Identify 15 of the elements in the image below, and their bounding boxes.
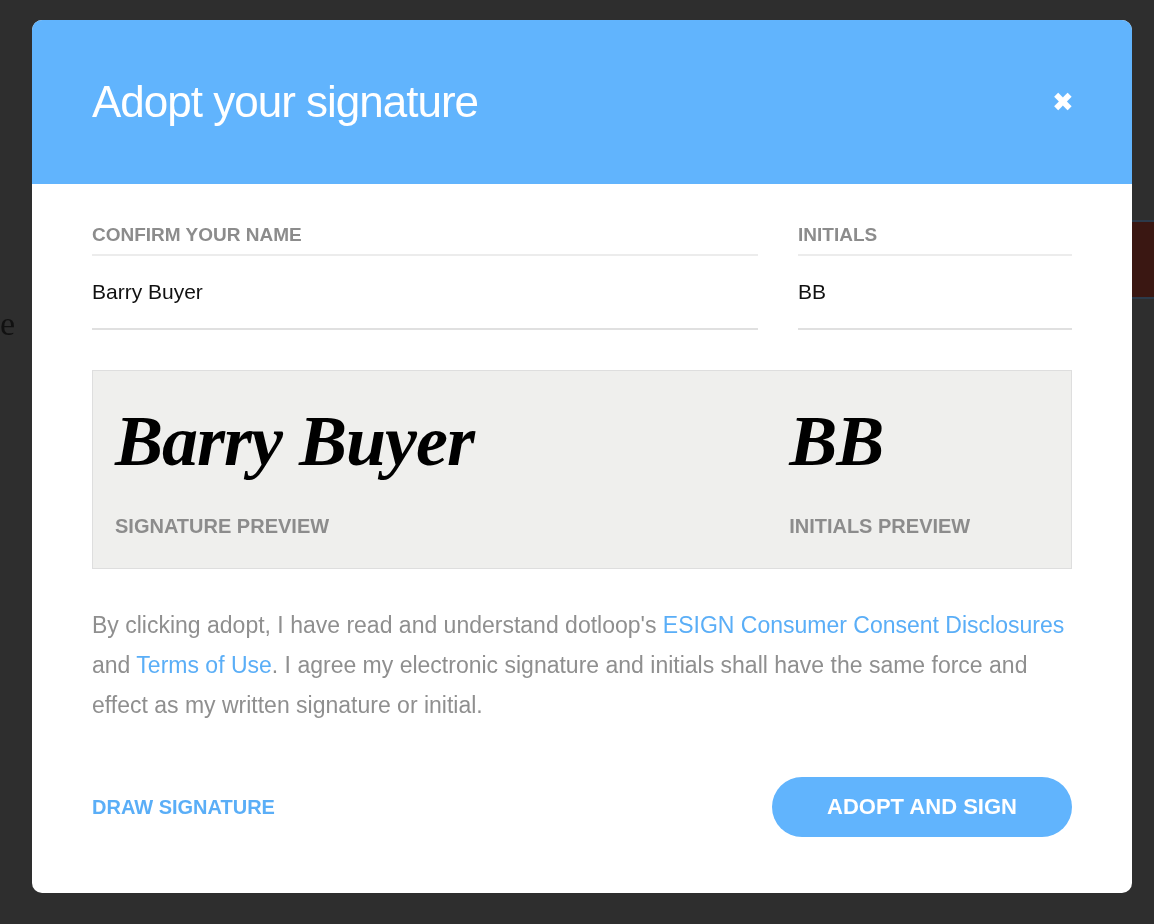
close-button[interactable]: ✖ [1052, 86, 1074, 118]
preview-label: SIGNATURE PREVIEW [115, 515, 331, 538]
draw-signature-link[interactable]: DRAW SIGNATURE [92, 795, 275, 819]
consent-link[interactable]: Terms of Use [136, 652, 272, 678]
text-field[interactable]: Barry Buyer [92, 256, 758, 330]
signature-text: Barry Buyer [115, 400, 477, 483]
field-label: INITIALS [798, 224, 1072, 256]
field-label: CONFIRM YOUR NAME [92, 224, 758, 256]
consent-link[interactable]: ESIGN Consumer Consent Disclosures [662, 612, 1065, 638]
consent-text: By clicking adopt, I have read and understand dotloop's ESIGN Consumer Consent Disclosures and Terms of Use. I agree my electronic signature and initials shall have the same force and effect as my written signature or initial. [92, 611, 1066, 720]
text-field[interactable]: BB [798, 256, 1072, 330]
preview-label: INITIALS PREVIEW [789, 515, 972, 538]
adopt-and-sign-button[interactable]: ADOPT AND SIGN [772, 777, 1072, 837]
signature-text: BB [789, 400, 885, 483]
dialog-title: Adopt your signature [92, 77, 479, 127]
